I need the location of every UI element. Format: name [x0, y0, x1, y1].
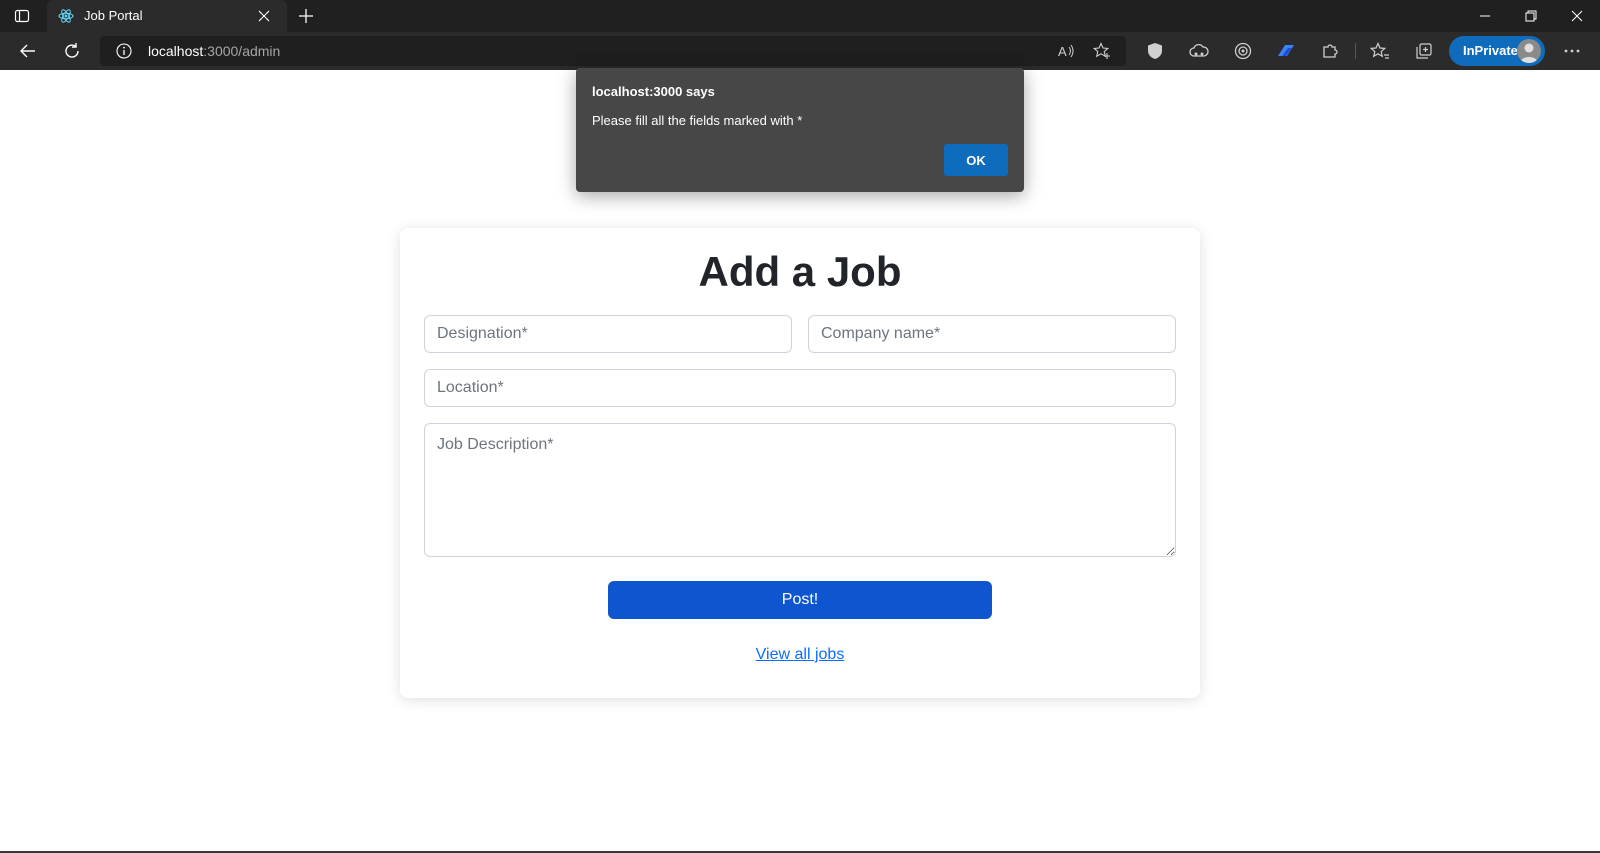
url-text[interactable]: localhost:3000/admin [148, 43, 280, 59]
dialog-title: localhost:3000 says [592, 84, 715, 99]
view-all-jobs-link[interactable]: View all jobs [756, 646, 845, 663]
add-favorite-icon[interactable] [1092, 41, 1112, 61]
new-tab-icon[interactable] [296, 6, 316, 26]
page-title: Add a Job [698, 248, 902, 295]
tab-actions-icon[interactable] [12, 6, 32, 26]
restore-icon[interactable] [1508, 0, 1554, 32]
back-icon[interactable] [18, 41, 38, 61]
tab-title: Job Portal [84, 8, 143, 23]
browser-title-bar: Job Portal [0, 0, 1600, 32]
extension-cloud-icon[interactable] [1189, 41, 1209, 61]
close-window-icon[interactable] [1554, 0, 1600, 32]
browser-tab[interactable]: Job Portal [47, 0, 287, 32]
extensions-icon[interactable] [1320, 41, 1340, 61]
ok-button[interactable]: OK [944, 144, 1008, 176]
browser-toolbar: localhost:3000/admin A InPrivate [0, 32, 1600, 70]
inprivate-button[interactable]: InPrivate [1449, 36, 1545, 66]
favorites-icon[interactable] [1370, 41, 1390, 61]
add-job-card: Add a Job Post! View all jobs [400, 228, 1200, 698]
company-name-input[interactable] [808, 315, 1176, 353]
post-button[interactable]: Post! [608, 581, 992, 619]
job-description-textarea[interactable] [424, 423, 1176, 557]
read-aloud-icon[interactable]: A [1056, 41, 1076, 61]
view-all-jobs-container: View all jobs [400, 646, 1200, 664]
toolbar-separator [1355, 43, 1356, 59]
url-path: :3000/admin [203, 43, 281, 59]
dialog-message: Please fill all the fields marked with * [592, 113, 803, 128]
react-icon [58, 8, 74, 24]
location-input[interactable] [424, 369, 1176, 407]
more-menu-icon[interactable] [1562, 41, 1582, 61]
svg-text:A: A [1058, 44, 1067, 59]
inprivate-label: InPrivate [1463, 43, 1518, 58]
url-host: localhost [148, 43, 204, 59]
refresh-icon[interactable] [62, 41, 82, 61]
avatar [1517, 39, 1541, 63]
target-icon[interactable] [1233, 41, 1253, 61]
blue-extension-icon[interactable] [1276, 41, 1296, 61]
collections-icon[interactable] [1414, 41, 1434, 61]
site-info-icon[interactable] [116, 43, 132, 59]
address-bar[interactable]: localhost:3000/admin A [100, 36, 1126, 66]
minimize-icon[interactable] [1462, 0, 1508, 32]
tab-close-icon[interactable] [256, 8, 272, 24]
alert-dialog: localhost:3000 says Please fill all the … [576, 68, 1024, 192]
shield-icon[interactable] [1145, 41, 1165, 61]
designation-input[interactable] [424, 315, 792, 353]
